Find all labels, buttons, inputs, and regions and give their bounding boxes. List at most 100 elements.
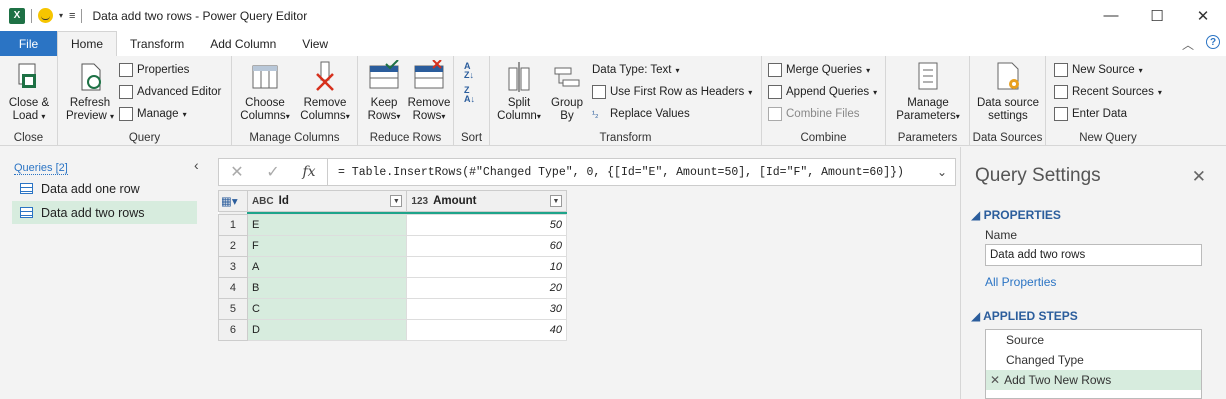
group-close: Close & Load ▾ Close [0, 56, 58, 146]
close-window-button[interactable]: ✕ [1180, 0, 1226, 31]
choose-columns-button[interactable]: Choose Columns▾ [236, 60, 294, 123]
tab-home[interactable]: Home [57, 31, 118, 56]
recent-sources-button[interactable]: Recent Sources ▾ [1054, 83, 1162, 101]
delete-step-icon[interactable]: ✕ [990, 373, 1000, 387]
properties-header[interactable]: ◢ PROPERTIES [971, 208, 1061, 222]
replace-values-button[interactable]: ¹₂ Replace Values [592, 105, 690, 123]
combine-files-button[interactable]: Combine Files [768, 105, 860, 123]
data-type-dropdown[interactable]: Data Type: Text ▾ [592, 61, 680, 79]
query-item-selected[interactable]: Data add two rows [12, 201, 197, 224]
tab-file[interactable]: File [0, 31, 57, 56]
cancel-formula-icon[interactable]: ✕ [219, 162, 255, 182]
maximize-button[interactable]: ☐ [1134, 0, 1180, 31]
number-type-icon[interactable]: 123 [411, 196, 428, 207]
text-type-icon[interactable]: ABC [252, 196, 274, 207]
tab-view[interactable]: View [289, 31, 341, 56]
advanced-editor-button[interactable]: Advanced Editor [119, 83, 221, 101]
merge-queries-button[interactable]: Merge Queries ▾ [768, 61, 870, 79]
enter-data-button[interactable]: Enter Data [1054, 105, 1127, 123]
close-load-button[interactable]: Close & Load ▾ [6, 60, 52, 123]
step-item[interactable]: Source [986, 330, 1201, 350]
cell-amount[interactable]: 20 [406, 277, 567, 299]
choose-label-2: Columns [240, 110, 286, 122]
choose-label-1: Choose [245, 97, 285, 109]
append-queries-button[interactable]: Append Queries ▾ [768, 83, 877, 101]
sort-ascending-icon[interactable]: A Z↓ [464, 62, 474, 80]
commit-formula-icon[interactable]: ✓ [255, 162, 291, 182]
expand-formula-icon[interactable]: ⌄ [929, 165, 955, 179]
ribbon-tabs: File Home Transform Add Column View [0, 31, 1226, 56]
query-name-field[interactable]: Data add two rows [985, 244, 1202, 266]
minimize-button[interactable]: — [1088, 0, 1134, 31]
collapse-ribbon-icon[interactable]: ︿ [1182, 36, 1194, 53]
filter-dropdown-icon[interactable]: ▼ [390, 195, 403, 207]
queries-pane: Queries [2] ‹ Data add one row Data add … [0, 147, 212, 399]
formula-input[interactable]: = Table.InsertRows(#"Changed Type", 0, {… [328, 166, 929, 179]
table-row[interactable]: 5 C 30 [218, 298, 567, 320]
query-item[interactable]: Data add one row [12, 177, 197, 200]
close-settings-icon[interactable]: ✕ [1192, 167, 1206, 187]
cell-amount[interactable]: 10 [406, 256, 567, 278]
use-first-row-headers-button[interactable]: Use First Row as Headers ▾ [592, 83, 752, 101]
fx-icon[interactable]: fx [291, 164, 327, 180]
cell-id[interactable]: D [246, 319, 408, 341]
table-row[interactable]: 3 A 10 [218, 256, 567, 278]
tab-transform[interactable]: Transform [117, 31, 197, 56]
step-item-selected[interactable]: ✕ Add Two New Rows [986, 370, 1201, 390]
refresh-preview-button[interactable]: Refresh Preview ▾ [62, 60, 118, 123]
cell-amount[interactable]: 30 [406, 298, 567, 320]
collapse-pane-icon[interactable]: ‹ [194, 157, 199, 173]
cell-amount[interactable]: 40 [406, 319, 567, 341]
table-row[interactable]: 1 E 50 [218, 214, 567, 236]
chevron-down-icon[interactable]: ▾ [59, 11, 63, 20]
manage-parameters-button[interactable]: Manage Parameters▾ [890, 60, 966, 123]
table-row[interactable]: 4 B 20 [218, 277, 567, 299]
row-number: 6 [218, 319, 248, 341]
group-label-new-query: New Query [1079, 132, 1137, 144]
group-by-button[interactable]: Group By [544, 60, 590, 123]
split-column-button[interactable]: Split Column▾ [496, 60, 542, 123]
customize-toolbar-icon[interactable]: ≡ [69, 10, 75, 22]
data-source-settings-button[interactable]: Data source settings [974, 60, 1042, 123]
group-data-sources: Data source settings Data Sources [970, 56, 1046, 146]
help-icon[interactable]: ? [1206, 35, 1220, 49]
remove-rows-icon [413, 59, 445, 94]
keep-rows-label-2: Rows [367, 110, 397, 122]
name-label: Name [985, 228, 1018, 242]
enter-data-label: Enter Data [1072, 108, 1127, 120]
cell-id[interactable]: F [246, 235, 408, 257]
cell-id[interactable]: E [246, 214, 408, 236]
all-properties-link[interactable]: All Properties [985, 275, 1056, 289]
column-header-amount[interactable]: 123 Amount ▼ [406, 190, 567, 212]
remove-columns-button[interactable]: Remove Columns▾ [296, 60, 354, 123]
manage-button[interactable]: Manage ▾ [119, 105, 187, 123]
data-grid: ▦▾ ABC Id ▼ 123 Amount ▼ 1 E 50 2 F 60 3 A 10 4B… [218, 190, 567, 341]
row-number: 3 [218, 256, 248, 278]
keep-rows-button[interactable]: Keep Rows▾ [362, 59, 406, 123]
applied-steps-header[interactable]: ◢ APPLIED STEPS [971, 309, 1078, 323]
column-header-id[interactable]: ABC Id ▼ [246, 190, 408, 212]
feedback-smiley-icon[interactable] [38, 8, 53, 23]
cell-amount[interactable]: 60 [406, 235, 567, 257]
cell-amount[interactable]: 50 [406, 214, 567, 236]
tab-add-column[interactable]: Add Column [197, 31, 289, 56]
excel-app-icon: X [9, 7, 25, 24]
ribbon: Close & Load ▾ Close Refresh Preview ▾ P… [0, 56, 1226, 146]
advanced-editor-label: Advanced Editor [137, 86, 222, 98]
group-label-close: Close [13, 132, 44, 144]
group-new-query: New Source ▾ Recent Sources ▾ Enter Data N… [1046, 56, 1170, 146]
properties-icon [119, 63, 133, 77]
table-menu-button[interactable]: ▦▾ [218, 190, 248, 212]
cell-id[interactable]: C [246, 298, 408, 320]
filter-dropdown-icon[interactable]: ▼ [550, 195, 562, 207]
table-row[interactable]: 2 F 60 [218, 235, 567, 257]
sort-descending-icon[interactable]: Z A↓ [464, 86, 475, 104]
refresh-icon [74, 60, 106, 94]
remove-rows-button[interactable]: Remove Rows▾ [406, 59, 452, 123]
step-item[interactable]: Changed Type [986, 350, 1201, 370]
table-row[interactable]: 6 D 40 [218, 319, 567, 341]
properties-button[interactable]: Properties [119, 61, 189, 79]
new-source-button[interactable]: New Source ▾ [1054, 61, 1143, 79]
cell-id[interactable]: A [246, 256, 408, 278]
cell-id[interactable]: B [246, 277, 408, 299]
